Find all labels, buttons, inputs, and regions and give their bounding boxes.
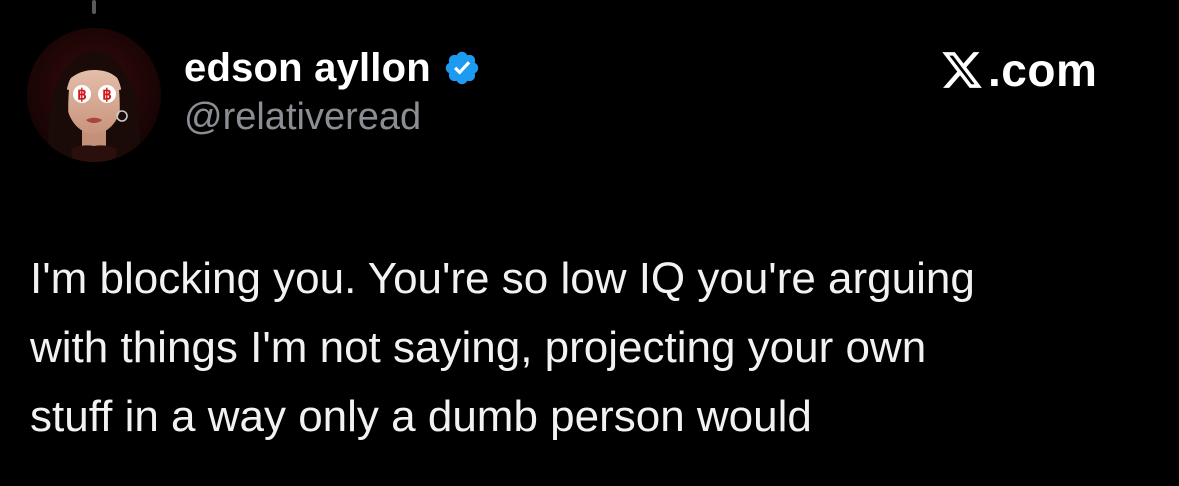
tweet-text-line: stuff in a way only a dumb person would: [30, 392, 812, 441]
svg-text:฿: ฿: [77, 87, 87, 104]
verified-badge-icon: [443, 49, 481, 87]
thread-connector-line: [92, 0, 96, 14]
avatar[interactable]: ฿ ฿: [27, 28, 161, 162]
author-display-name[interactable]: edson ayllon: [184, 46, 431, 91]
svg-text:฿: ฿: [102, 87, 112, 104]
tweet-text-line: I'm blocking you. You're so low IQ you'r…: [30, 254, 975, 303]
tweet-body: I'm blocking you. You're so low IQ you'r…: [30, 244, 1150, 451]
author-name-row: edson ayllon: [184, 40, 481, 96]
x-com-watermark: .com: [940, 40, 1097, 100]
author-handle[interactable]: @relativeread: [184, 96, 421, 139]
x-logo-icon: [940, 48, 984, 92]
tweet-text-line: with things I'm not saying, projecting y…: [30, 323, 927, 372]
avatar-bitcoin-eyes-icon: ฿ ฿: [27, 28, 161, 162]
watermark-domain-text: .com: [988, 44, 1098, 96]
